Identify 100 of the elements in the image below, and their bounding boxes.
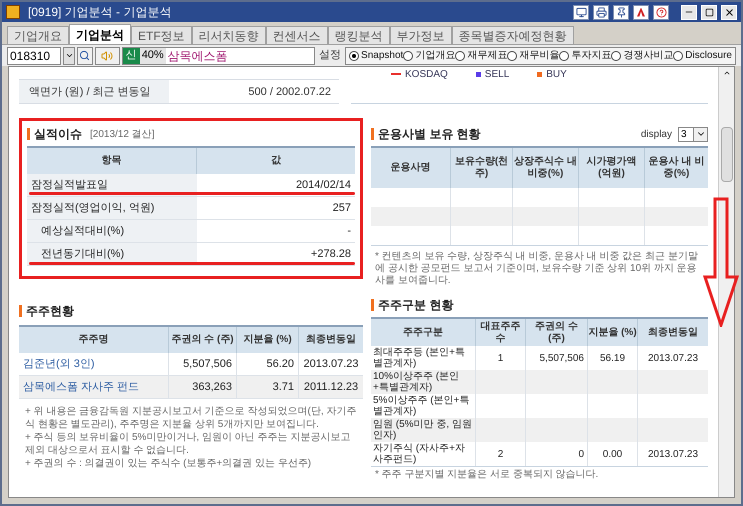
table-cell: 2 — [498, 448, 504, 460]
scroll-up-icon[interactable] — [722, 69, 730, 77]
table-cell: 56.19 — [600, 352, 626, 364]
tab[interactable]: 기업개요 — [7, 26, 69, 44]
maximize-button[interactable] — [701, 4, 717, 20]
column-header: 주권의 수 (주) — [169, 327, 237, 353]
shareholder-link[interactable]: 삼목에스폼 자사주 펀드 — [23, 378, 140, 396]
close-button[interactable] — [721, 4, 737, 20]
display-select[interactable]: 3 — [678, 126, 708, 142]
speaker-icon — [101, 50, 114, 62]
footnote: * 컨텐츠의 보유 수량, 상장주식 내 비중, 운용사 내 비중 값은 최근 분기말에 공시한 공모펀드 보고서 기준이며, 보유수량 기준 상위 10위 까지 운용사를 보여줍니다. — [371, 245, 708, 287]
row-label: 잠정실적발표일 — [31, 178, 108, 193]
shareholder-link[interactable]: 김준년(외 3인) — [23, 356, 94, 372]
speaker-button[interactable] — [94, 46, 120, 64]
radio-label[interactable]: 재무제표 — [467, 48, 508, 63]
table-cell: 임원 (5%미만 중, 임원인자) — [373, 419, 473, 441]
radio-button[interactable] — [455, 50, 466, 60]
minimize-button[interactable] — [681, 4, 697, 20]
row-value: +278.28 — [310, 246, 351, 262]
section-marker-icon — [371, 128, 374, 140]
row-label: 잠정실적(영업이익, 억원) — [31, 200, 154, 216]
scroll-thumb[interactable] — [720, 127, 732, 182]
section-title: 주주현황 — [26, 303, 74, 320]
tab[interactable]: 컨센서스 — [266, 26, 328, 44]
tab[interactable]: 리서치동향 — [192, 26, 266, 44]
table-cell: 1 — [498, 352, 504, 364]
toolbar-icon-button[interactable] — [593, 4, 609, 20]
column-header: 상장주식수 내 비중(%) — [513, 148, 579, 188]
dropdown-button[interactable] — [63, 46, 75, 64]
row-label: 예상실적대비(%) — [41, 224, 124, 239]
table-cell: 2013.07.23 — [648, 352, 698, 364]
scrollbar[interactable] — [718, 67, 734, 497]
column-header: 항목 — [27, 148, 197, 174]
radio-button[interactable] — [673, 50, 684, 60]
table-cell: 2013.07.23 — [648, 448, 698, 460]
footnote: + 위 내용은 금융감독원 지분공시보고서 기준으로 작성되었으며(단, 자기주식 현황은 별도관리), 주주명은 지분율 상위 5개까지만 보여집니다. — [25, 405, 357, 431]
radio-button[interactable] — [349, 50, 360, 60]
table-cell-text: 2011.12.23 — [304, 380, 358, 395]
help-button[interactable] — [653, 4, 669, 20]
radio-button[interactable] — [559, 50, 570, 60]
search-icon — [79, 50, 90, 61]
stock-code-field[interactable]: 018310 — [7, 46, 62, 64]
column-header: 최종변동일 — [299, 327, 363, 353]
section-title: 운용사별 보유 현황 — [378, 126, 481, 143]
column-header: 주권의 수 (주) — [526, 319, 588, 346]
radio-label[interactable]: 투자지표 — [571, 48, 612, 63]
footnote: + 주권의 수 : 의결권이 있는 주식수 (보통주+의결권 있는 우선주) — [25, 457, 312, 470]
help-icon — [656, 6, 666, 18]
app-icon — [6, 5, 20, 19]
column-header: 대표주주 수 — [476, 319, 526, 346]
table-cell-text: 5%이상주주 (본인+특별관계자) — [373, 395, 470, 417]
column-header: 주주구분 — [371, 319, 476, 346]
table-cell: 5,507,506 — [540, 352, 584, 364]
tab[interactable]: 종목별증자예정현황 — [452, 26, 574, 44]
radio-button[interactable] — [403, 50, 414, 60]
radio-label[interactable]: 재무비율 — [519, 48, 560, 63]
tab[interactable]: ETF정보 — [131, 26, 192, 44]
letter-a-icon — [637, 8, 645, 16]
row-value: 2014/02/14 — [296, 178, 351, 193]
table-cell-text: 자기주식 (자사주+자사주펀드) — [373, 443, 466, 465]
legend-label: BUY — [546, 68, 567, 82]
new-badge: 신 — [122, 48, 140, 64]
section-subtitle: [2013/12 결산] — [90, 128, 154, 142]
window-title: [0919] 기업분석 - 기업분석 — [28, 4, 172, 21]
legend-label: KOSDAQ — [405, 68, 448, 82]
table-cell: 0.00 — [602, 448, 622, 460]
radio-label[interactable]: 경쟁사비교 — [623, 48, 674, 63]
footnote: + 주식 등의 보유비율이 5%미만이거나, 임원이 아닌 주주는 지분공시보고 제외 대상으로서 표시할 수 없습니다. — [25, 431, 352, 457]
column-header: 운용사 내 비중(%) — [645, 148, 708, 188]
radio-label[interactable]: Disclosure — [685, 48, 732, 63]
footnote: * 주주 구분지별 지분율은 서로 중복되지 않습니다. — [371, 466, 708, 481]
section-title: 주주구분 현황 — [378, 297, 454, 314]
settings-label: 설정 — [318, 48, 342, 64]
section-marker-icon — [371, 299, 374, 311]
toolbar-icon-button[interactable] — [573, 4, 589, 20]
column-header: 지분율 (%) — [237, 327, 299, 353]
radio-button[interactable] — [507, 50, 518, 60]
row-value: 257 — [332, 200, 351, 216]
margin-ratio: 40% — [140, 48, 166, 64]
section-marker-icon — [27, 128, 30, 140]
font-icon-button[interactable] — [633, 4, 649, 20]
tab[interactable]: 기업분석 — [69, 24, 131, 44]
search-button[interactable] — [76, 46, 92, 64]
legend-label: SELL — [484, 68, 510, 82]
row-value: 500 / 2002.07.22 — [248, 84, 331, 98]
column-header: 최종변동일 — [638, 319, 708, 346]
table-cell-text: 2013.07.23 — [303, 356, 359, 372]
row-value: - — [347, 224, 351, 239]
radio-button[interactable] — [611, 50, 622, 60]
tab[interactable]: 부가정보 — [390, 26, 452, 44]
column-header: 시가평가액 (억원) — [579, 148, 645, 188]
tab[interactable]: 랭킹분석 — [328, 26, 390, 44]
radio-label[interactable]: 기업개요 — [415, 48, 456, 63]
radio-label[interactable]: Snapshot — [361, 48, 404, 63]
maximize-icon — [704, 8, 714, 16]
column-header: 운용사명 — [371, 148, 451, 188]
table-cell-text: 최대주주등 (본인+특별관계자) — [373, 347, 466, 369]
toolbar-icon-button[interactable] — [613, 4, 629, 20]
column-header: 주주명 — [19, 327, 169, 353]
printer-icon — [596, 6, 606, 18]
